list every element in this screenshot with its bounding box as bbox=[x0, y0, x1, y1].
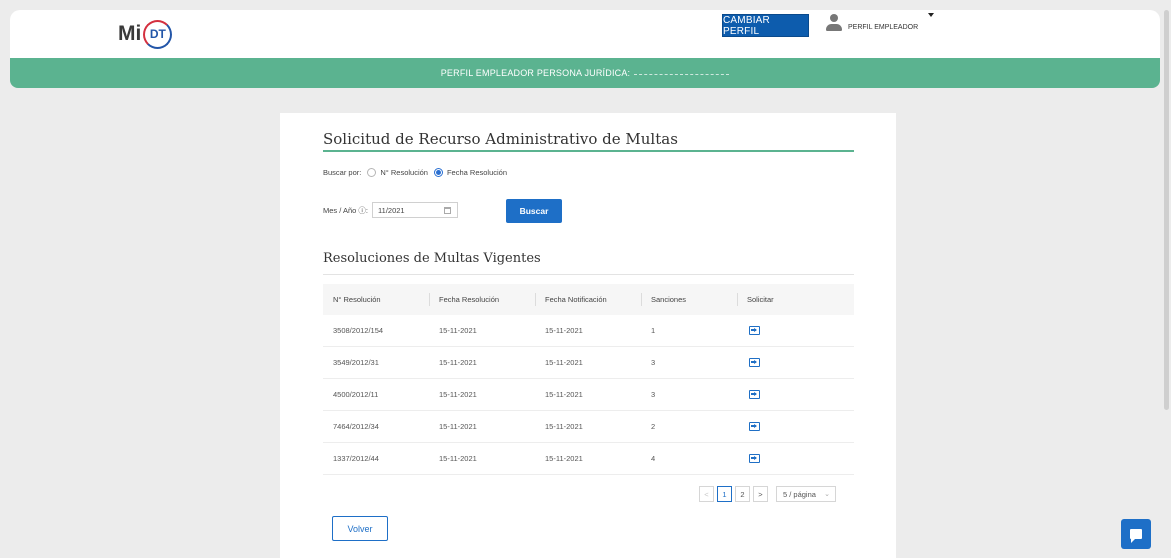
column-header[interactable]: Solicitar bbox=[737, 284, 854, 315]
search-button[interactable]: Buscar bbox=[506, 199, 562, 223]
page-size-select[interactable]: 5 / página ⌄ bbox=[776, 486, 836, 502]
radio-fecha-resolucion-label[interactable]: Fecha Resolución bbox=[447, 168, 507, 177]
enter-icon[interactable] bbox=[749, 358, 760, 367]
table-row: 4500/2012/11 15-11-2021 15-11-2021 3 bbox=[323, 379, 854, 411]
cell-resolucion: 3549/2012/31 bbox=[333, 358, 379, 367]
table-row: 3508/2012/154 15-11-2021 15-11-2021 1 bbox=[323, 315, 854, 347]
chat-button[interactable] bbox=[1121, 519, 1151, 549]
search-by-group: Buscar por: N° Resolución Fecha Resoluci… bbox=[323, 168, 507, 177]
user-icon bbox=[825, 14, 843, 34]
back-button[interactable]: Volver bbox=[332, 516, 388, 541]
radio-resolucion[interactable] bbox=[367, 168, 377, 177]
cell-solicitar bbox=[737, 390, 854, 399]
logo-badge-text: DT bbox=[149, 27, 166, 41]
results-divider bbox=[323, 274, 854, 275]
redacted-company-name bbox=[634, 71, 730, 75]
chat-icon bbox=[1130, 529, 1142, 543]
resolutions-table: N° Resolución Fecha Resolución Fecha Not… bbox=[323, 284, 854, 475]
calendar-icon bbox=[444, 206, 452, 214]
month-year-row: Mes / Año ⓘ: 11/2021 bbox=[323, 202, 459, 218]
main-card: Solicitud de Recurso Administrativo de M… bbox=[280, 113, 896, 558]
cell-solicitar bbox=[737, 454, 854, 463]
cell-fecha-notificacion: 15-11-2021 bbox=[545, 454, 583, 463]
table-row: 7464/2012/34 15-11-2021 15-11-2021 2 bbox=[323, 411, 854, 443]
cell-sanciones: 3 bbox=[651, 358, 656, 367]
page-title: Solicitud de Recurso Administrativo de M… bbox=[323, 130, 678, 148]
page-scrollbar[interactable] bbox=[1164, 10, 1169, 410]
column-header[interactable]: Fecha Notificación bbox=[535, 284, 641, 315]
top-header: Mi DT bbox=[10, 10, 1160, 58]
cell-fecha-resolucion: 15-11-2021 bbox=[439, 358, 477, 367]
caret-down-icon[interactable] bbox=[928, 13, 934, 17]
table-row: 1337/2012/44 15-11-2021 15-11-2021 4 bbox=[323, 443, 854, 475]
enter-icon[interactable] bbox=[749, 422, 760, 431]
cell-sanciones: 4 bbox=[651, 454, 656, 463]
page-1-button[interactable]: 1 bbox=[717, 486, 732, 502]
logo-badge: DT bbox=[143, 19, 173, 49]
page-size-value: 5 / página bbox=[783, 489, 816, 499]
title-divider bbox=[323, 150, 854, 152]
cell-fecha-resolucion: 15-11-2021 bbox=[439, 422, 477, 431]
page-2-button[interactable]: 2 bbox=[735, 486, 750, 502]
radio-fecha-resolucion[interactable] bbox=[433, 168, 443, 177]
results-title: Resoluciones de Multas Vigentes bbox=[323, 251, 541, 266]
next-page-button[interactable]: > bbox=[753, 486, 768, 502]
chevron-down-icon: ⌄ bbox=[824, 491, 830, 498]
cell-fecha-notificacion: 15-11-2021 bbox=[545, 390, 583, 399]
user-menu[interactable]: PERFIL EMPLEADOR bbox=[825, 14, 918, 34]
cell-sanciones: 2 bbox=[651, 422, 656, 431]
table-row: 3549/2012/31 15-11-2021 15-11-2021 3 bbox=[323, 347, 854, 379]
table-header: N° Resolución Fecha Resolución Fecha Not… bbox=[323, 284, 854, 315]
radio-resolucion-label[interactable]: N° Resolución bbox=[380, 168, 428, 177]
enter-icon[interactable] bbox=[749, 390, 760, 399]
cell-fecha-resolucion: 15-11-2021 bbox=[439, 326, 477, 335]
prev-page-button[interactable]: < bbox=[699, 486, 714, 502]
cell-fecha-notificacion: 15-11-2021 bbox=[545, 358, 583, 367]
cell-solicitar bbox=[737, 358, 854, 367]
cell-resolucion: 4500/2012/11 bbox=[333, 390, 379, 399]
month-year-label: Mes / Año ⓘ: bbox=[323, 205, 369, 215]
cell-solicitar bbox=[737, 326, 854, 335]
cell-fecha-resolucion: 15-11-2021 bbox=[439, 454, 477, 463]
month-year-value: 11/2021 bbox=[378, 205, 405, 215]
cell-resolucion: 1337/2012/44 bbox=[333, 454, 379, 463]
profile-banner: PERFIL EMPLEADOR PERSONA JURÍDICA: bbox=[10, 58, 1160, 88]
enter-icon[interactable] bbox=[749, 454, 760, 463]
user-profile-label: PERFIL EMPLEADOR bbox=[848, 24, 919, 31]
cell-solicitar bbox=[737, 422, 854, 431]
cell-resolucion: 7464/2012/34 bbox=[333, 422, 379, 431]
cell-resolucion: 3508/2012/154 bbox=[333, 326, 384, 335]
cell-sanciones: 3 bbox=[651, 390, 656, 399]
pagination: < 1 2 > 5 / página ⌄ bbox=[699, 486, 836, 502]
column-header[interactable]: Sanciones bbox=[641, 284, 737, 315]
column-header[interactable]: Fecha Resolución bbox=[429, 284, 535, 315]
search-by-label: Buscar por: bbox=[323, 168, 362, 177]
mi-dt-logo[interactable]: Mi DT bbox=[118, 17, 173, 51]
cell-fecha-notificacion: 15-11-2021 bbox=[545, 422, 583, 431]
enter-icon[interactable] bbox=[749, 326, 760, 335]
month-year-picker[interactable]: 11/2021 bbox=[372, 202, 459, 218]
column-header[interactable]: N° Resolución bbox=[323, 284, 429, 315]
logo-text: Mi bbox=[118, 22, 142, 45]
profile-banner-text: PERFIL EMPLEADOR PERSONA JURÍDICA: bbox=[440, 68, 631, 78]
cell-sanciones: 1 bbox=[651, 326, 656, 335]
cell-fecha-resolucion: 15-11-2021 bbox=[439, 390, 477, 399]
cell-fecha-notificacion: 15-11-2021 bbox=[545, 326, 583, 335]
change-profile-button[interactable]: CAMBIAR PERFIL bbox=[722, 14, 809, 37]
